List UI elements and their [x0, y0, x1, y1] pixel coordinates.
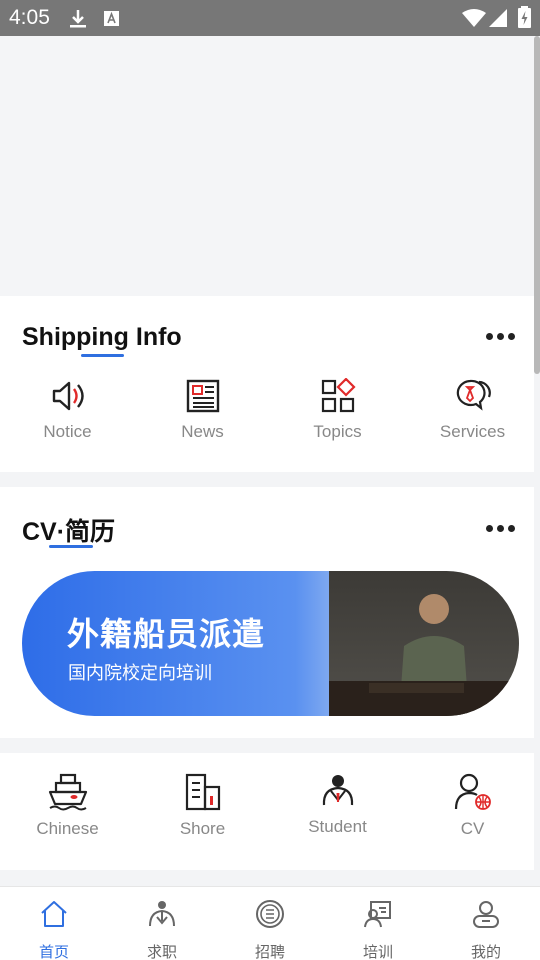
chinese-item[interactable]: Chinese [0, 773, 135, 839]
title-underline [81, 354, 124, 357]
student-icon [322, 775, 353, 806]
ship-icon [48, 773, 87, 811]
topics-grid-icon [321, 378, 356, 413]
cv-more-icon[interactable] [486, 525, 516, 533]
bottom-tab-bar: 首页 求职 招聘 培训 我的 [0, 886, 540, 960]
tab-job-seek[interactable]: 求职 [108, 887, 216, 960]
tab-recruit-label: 招聘 [254, 944, 285, 960]
download-icon [70, 10, 86, 28]
shore-item[interactable]: Shore [135, 773, 270, 839]
scrollbar[interactable] [534, 36, 540, 374]
student-item[interactable]: Student [270, 773, 405, 837]
banner-subline: 国内院校定向培训 [68, 663, 212, 683]
tab-training-label: 培训 [362, 944, 393, 960]
cv-title-underline [49, 545, 93, 548]
lecture-photo [329, 571, 519, 716]
speaker-at-podium-image [329, 594, 519, 716]
category-card: Chinese Shore Student CV [0, 753, 534, 870]
shipping-info-card: Shipping Info Notice News Topics Service… [0, 296, 534, 472]
signal-icon [489, 9, 507, 27]
news-item[interactable]: News [135, 378, 270, 442]
service-chat-icon [456, 379, 491, 411]
tab-home[interactable]: 首页 [0, 887, 108, 960]
topics-label: Topics [313, 422, 362, 441]
battery-icon [518, 6, 531, 28]
student-label: Student [308, 817, 367, 836]
services-label: Services [439, 422, 506, 441]
status-bar: 4:05 [0, 0, 540, 36]
recruit-icon [256, 900, 284, 928]
home-icon [41, 901, 67, 927]
job-seek-icon [149, 901, 175, 927]
speaker-icon [52, 381, 84, 411]
cv-title: CV·简历 [22, 518, 116, 546]
services-item[interactable]: Services [405, 378, 540, 442]
tab-profile-label: 我的 [470, 944, 501, 960]
profile-icon [473, 901, 499, 928]
shipping-info-title: Shipping Info [22, 323, 182, 351]
cv-label: CV [460, 819, 485, 838]
shipping-more-icon[interactable] [486, 333, 516, 341]
cv-item[interactable]: CV [405, 773, 540, 839]
tab-home-label: 首页 [38, 944, 69, 960]
notice-item[interactable]: Notice [0, 378, 135, 442]
newspaper-icon [186, 379, 219, 413]
chinese-label: Chinese [36, 819, 99, 838]
shore-label: Shore [179, 819, 226, 838]
app-notification-icon [104, 11, 119, 26]
tab-job-seek-label: 求职 [146, 944, 177, 960]
topics-item[interactable]: Topics [270, 378, 405, 442]
training-icon [364, 901, 391, 928]
crew-dispatch-banner[interactable]: 外籍船员派遣 国内院校定向培训 [22, 571, 519, 716]
tab-profile[interactable]: 我的 [432, 887, 540, 960]
banner-headline: 外籍船员派遣 [67, 616, 266, 652]
top-banner-area[interactable] [0, 36, 540, 296]
tab-recruit[interactable]: 招聘 [216, 887, 324, 960]
notice-label: Notice [43, 422, 92, 441]
wifi-icon [462, 9, 486, 27]
news-label: News [181, 422, 224, 441]
tab-training[interactable]: 培训 [324, 887, 432, 960]
building-icon [185, 773, 220, 811]
status-time: 4:05 [9, 6, 50, 29]
person-globe-icon [454, 773, 491, 810]
